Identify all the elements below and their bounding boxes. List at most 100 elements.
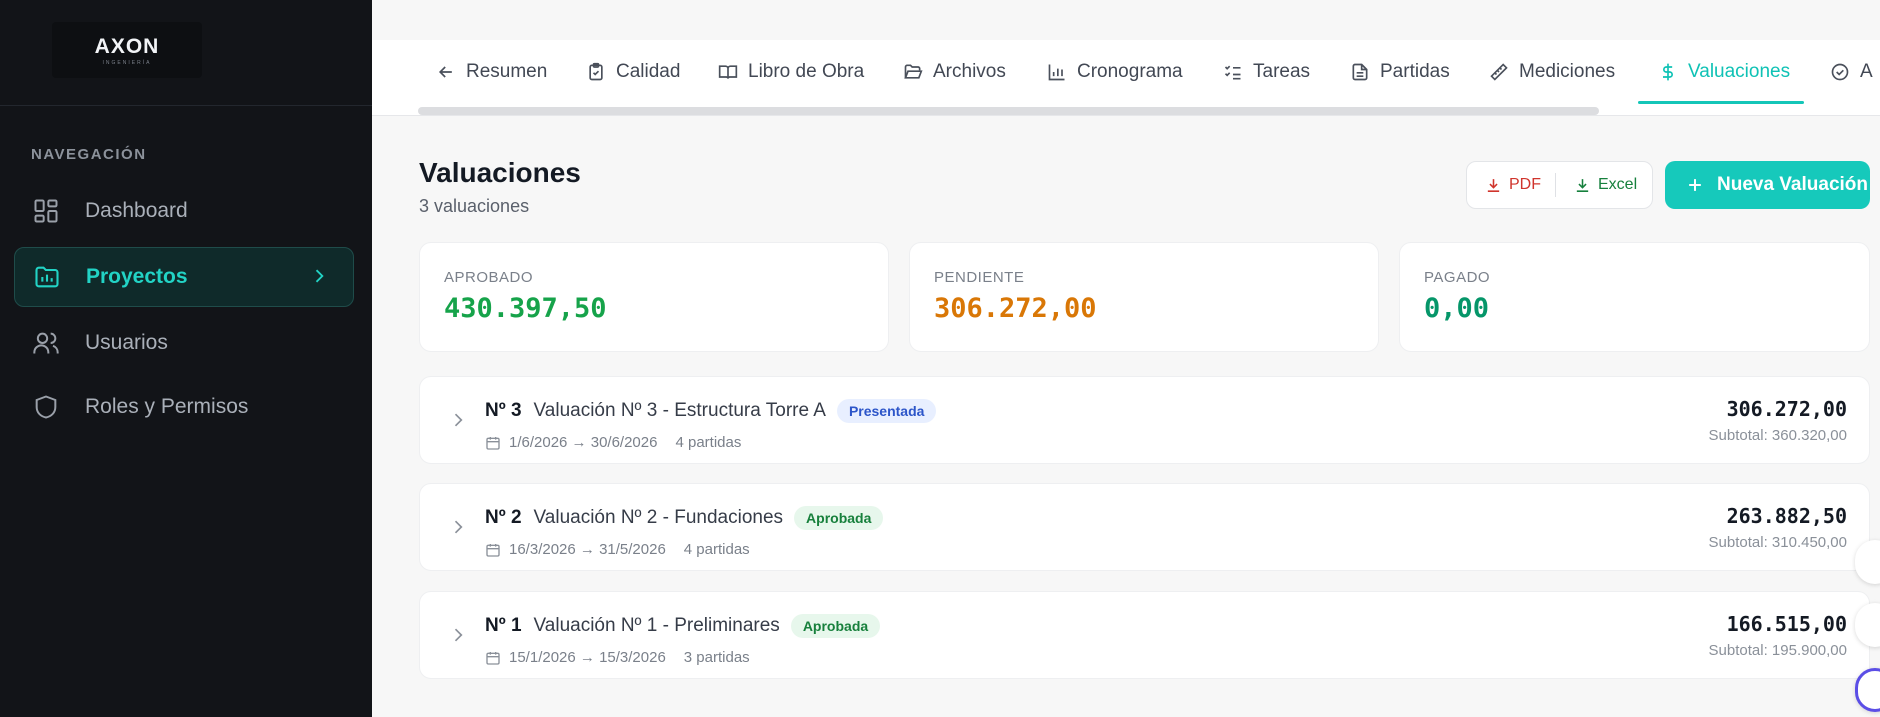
valuation-amount: 166.515,00 xyxy=(1726,612,1847,636)
tab-label: Libro de Obra xyxy=(748,61,865,82)
stat-value: 306.272,00 xyxy=(934,293,1097,324)
tab-resumen[interactable]: Resumen xyxy=(436,40,547,104)
chat-widget-button[interactable] xyxy=(1855,668,1880,712)
tabs-scrollbar[interactable] xyxy=(418,107,1599,115)
calendar-icon xyxy=(485,542,501,558)
check-circle-icon xyxy=(1830,62,1850,82)
calendar-icon xyxy=(485,650,501,666)
shield-icon xyxy=(31,392,61,422)
arrow-left-icon xyxy=(436,62,456,82)
sidebar: AXON INGENIERÍA NAVEGACIÓN Dashboard Pro… xyxy=(0,0,372,717)
valuation-row[interactable]: Nº 1 Valuación Nº 1 - Preliminares Aprob… xyxy=(419,591,1870,679)
status-badge: Aprobada xyxy=(790,614,881,638)
valuation-parts: 4 partidas xyxy=(675,434,742,451)
valuation-amount: 306.272,00 xyxy=(1726,397,1847,421)
floating-widget-button[interactable] xyxy=(1855,540,1880,584)
valuation-parts: 3 partidas xyxy=(683,649,750,666)
stat-card-pagado: PAGADO 0,00 xyxy=(1399,242,1870,352)
valuation-dates: 1/6/2026 → 30/6/2026 xyxy=(509,434,658,451)
valuation-subtotal: Subtotal: 360.320,00 xyxy=(1708,427,1847,444)
logo-text: AXON xyxy=(94,34,160,58)
bar-chart-icon xyxy=(1047,62,1067,82)
tab-calidad[interactable]: Calidad xyxy=(586,40,680,104)
users-icon xyxy=(31,328,61,358)
status-badge: Aprobada xyxy=(794,506,884,530)
tab-label: Archivos xyxy=(933,61,1006,82)
tab-label: Mediciones xyxy=(1519,61,1616,82)
export-pdf-button[interactable]: PDF xyxy=(1467,162,1555,208)
tab-cronograma[interactable]: Cronograma xyxy=(1047,40,1183,104)
sidebar-item-proyectos[interactable]: Proyectos xyxy=(14,247,354,307)
sidebar-item-label: Roles y Permisos xyxy=(85,395,249,418)
tab-label: Calidad xyxy=(616,61,681,82)
valuation-name: Valuación Nº 3 - Estructura Torre A xyxy=(533,400,826,421)
valuation-subtotal: Subtotal: 195.900,00 xyxy=(1708,642,1847,659)
folder-chart-icon xyxy=(32,262,62,292)
export-group: PDF Excel xyxy=(1466,161,1653,209)
tab-label: Resumen xyxy=(466,61,548,82)
stat-label: APROBADO xyxy=(444,269,534,286)
stat-label: PAGADO xyxy=(1424,269,1491,286)
list-check-icon xyxy=(1223,62,1243,82)
sidebar-item-usuarios[interactable]: Usuarios xyxy=(14,313,354,373)
logo-area: AXON INGENIERÍA xyxy=(0,0,372,106)
download-icon xyxy=(1574,177,1591,194)
clipboard-check-icon xyxy=(586,62,606,82)
export-excel-label: Excel xyxy=(1598,176,1638,193)
project-tabs: Resumen Calidad Libro de Obra Archivos C… xyxy=(372,40,1880,116)
tab-label: Tareas xyxy=(1253,61,1311,82)
logo-subtext: INGENIERÍA xyxy=(102,59,152,66)
tab-valuaciones[interactable]: Valuaciones xyxy=(1637,40,1805,104)
sidebar-item-label: Proyectos xyxy=(86,265,188,288)
valuation-number: Nº 3 xyxy=(485,400,522,421)
export-pdf-label: PDF xyxy=(1509,176,1541,193)
valuation-dates: 16/3/2026 → 31/5/2026 xyxy=(509,541,666,558)
valuation-number: Nº 2 xyxy=(485,507,522,528)
stat-card-pendiente: PENDIENTE 306.272,00 xyxy=(909,242,1379,352)
calendar-icon xyxy=(485,435,501,451)
tab-label: A xyxy=(1860,61,1873,82)
tab-mediciones[interactable]: Mediciones xyxy=(1489,40,1615,104)
tab-archivos[interactable]: Archivos xyxy=(903,40,1006,104)
new-valuation-button[interactable]: Nueva Valuación xyxy=(1665,161,1870,209)
valuation-name: Valuación Nº 2 - Fundaciones xyxy=(533,507,784,528)
valuation-row[interactable]: Nº 3 Valuación Nº 3 - Estructura Torre A… xyxy=(419,376,1870,464)
logo[interactable]: AXON INGENIERÍA xyxy=(52,22,202,78)
tab-libro-de-obra[interactable]: Libro de Obra xyxy=(718,40,864,104)
valuation-dates: 15/1/2026 → 15/3/2026 xyxy=(509,649,666,666)
plus-icon xyxy=(1685,175,1705,195)
chevron-right-icon[interactable] xyxy=(448,517,468,542)
chevron-right-icon[interactable] xyxy=(448,625,468,650)
tab-label: Cronograma xyxy=(1077,61,1183,82)
valuation-amount: 263.882,50 xyxy=(1726,504,1847,528)
dollar-icon xyxy=(1658,62,1678,82)
file-text-icon xyxy=(1350,62,1370,82)
tab-tareas[interactable]: Tareas xyxy=(1223,40,1310,104)
download-icon xyxy=(1485,177,1502,194)
tab-aprobaciones[interactable]: A xyxy=(1830,40,1873,104)
export-excel-button[interactable]: Excel xyxy=(1556,162,1637,208)
status-badge: Presentada xyxy=(836,399,937,423)
page-title: Valuaciones xyxy=(419,157,581,188)
sidebar-item-label: Dashboard xyxy=(85,199,188,222)
sidebar-item-label: Usuarios xyxy=(85,331,168,354)
stat-value: 0,00 xyxy=(1424,293,1490,324)
nav-heading: NAVEGACIÓN xyxy=(31,146,147,163)
valuation-number: Nº 1 xyxy=(485,615,522,636)
valuation-row[interactable]: Nº 2 Valuación Nº 2 - Fundaciones Aproba… xyxy=(419,483,1870,571)
sidebar-item-dashboard[interactable]: Dashboard xyxy=(14,181,354,241)
chevron-right-icon[interactable] xyxy=(448,410,468,435)
new-valuation-label: Nueva Valuación xyxy=(1717,174,1869,195)
valuation-parts: 4 partidas xyxy=(683,541,750,558)
stat-value: 430.397,50 xyxy=(444,293,607,324)
valuation-name: Valuación Nº 1 - Preliminares xyxy=(533,615,780,636)
chevron-right-icon xyxy=(309,266,329,292)
tab-label: Partidas xyxy=(1380,61,1450,82)
ruler-icon xyxy=(1489,62,1509,82)
stat-card-aprobado: APROBADO 430.397,50 xyxy=(419,242,889,352)
book-open-icon xyxy=(718,62,738,82)
valuation-subtotal: Subtotal: 310.450,00 xyxy=(1708,534,1847,551)
stat-label: PENDIENTE xyxy=(934,269,1025,286)
sidebar-item-roles[interactable]: Roles y Permisos xyxy=(14,377,354,437)
tab-partidas[interactable]: Partidas xyxy=(1350,40,1450,104)
